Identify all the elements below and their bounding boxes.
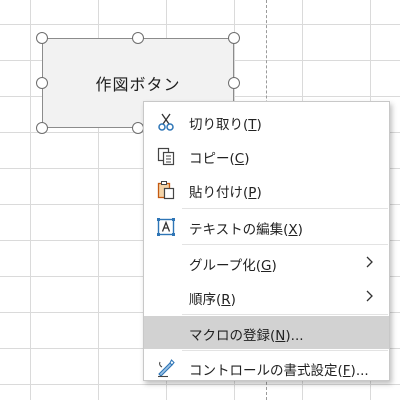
- menu-separator: [182, 244, 388, 245]
- menu-item-edit-text[interactable]: テキストの編集(X): [144, 210, 389, 243]
- format-control-icon: [156, 358, 176, 378]
- menu-item-label: グループ化(G): [189, 258, 277, 274]
- menu-separator: [182, 208, 388, 209]
- context-menu: 切り取り(T) コピー(C) 貼り付け(P) テキストの編集(X) グループ化(…: [143, 101, 390, 381]
- menu-item-label: コントロールの書式設定(F)...: [189, 363, 369, 379]
- resize-handle-top-right[interactable]: [228, 32, 240, 44]
- copy-icon: [156, 146, 176, 166]
- menu-item-label: 切り取り(T): [189, 117, 262, 133]
- paste-icon: [156, 180, 176, 200]
- menu-item-assign-macro[interactable]: マクロの登録(N)...: [144, 316, 389, 349]
- scissors-icon: [156, 112, 176, 132]
- resize-handle-top-left[interactable]: [36, 32, 48, 44]
- edit-text-icon: [156, 217, 176, 237]
- menu-item-label: テキストの編集(X): [189, 222, 303, 238]
- menu-item-group[interactable]: グループ化(G): [144, 246, 389, 279]
- chevron-right-icon: [363, 289, 377, 303]
- menu-item-label: マクロの登録(N)...: [189, 328, 304, 344]
- menu-item-label: コピー(C): [189, 151, 250, 167]
- resize-handle-middle-right[interactable]: [228, 77, 240, 89]
- shape-label: 作図ボタン: [95, 75, 181, 94]
- resize-handle-middle-left[interactable]: [36, 77, 48, 89]
- menu-item-copy[interactable]: コピー(C): [144, 139, 389, 172]
- spreadsheet-canvas: 作図ボタン 切り取り(T) コピー(C) 貼り付け(P) テキストの編集(X) …: [0, 0, 400, 400]
- menu-separator: [182, 314, 388, 315]
- menu-item-format-control[interactable]: コントロールの書式設定(F)...: [144, 351, 389, 384]
- menu-item-label: 貼り付け(P): [189, 185, 262, 201]
- resize-handle-top-middle[interactable]: [132, 32, 144, 44]
- menu-item-cut[interactable]: 切り取り(T): [144, 105, 389, 138]
- chevron-right-icon: [363, 255, 377, 269]
- menu-item-paste[interactable]: 貼り付け(P): [144, 173, 389, 206]
- menu-item-label: 順序(R): [189, 292, 236, 308]
- menu-item-order[interactable]: 順序(R): [144, 280, 389, 313]
- resize-handle-bottom-left[interactable]: [36, 122, 48, 134]
